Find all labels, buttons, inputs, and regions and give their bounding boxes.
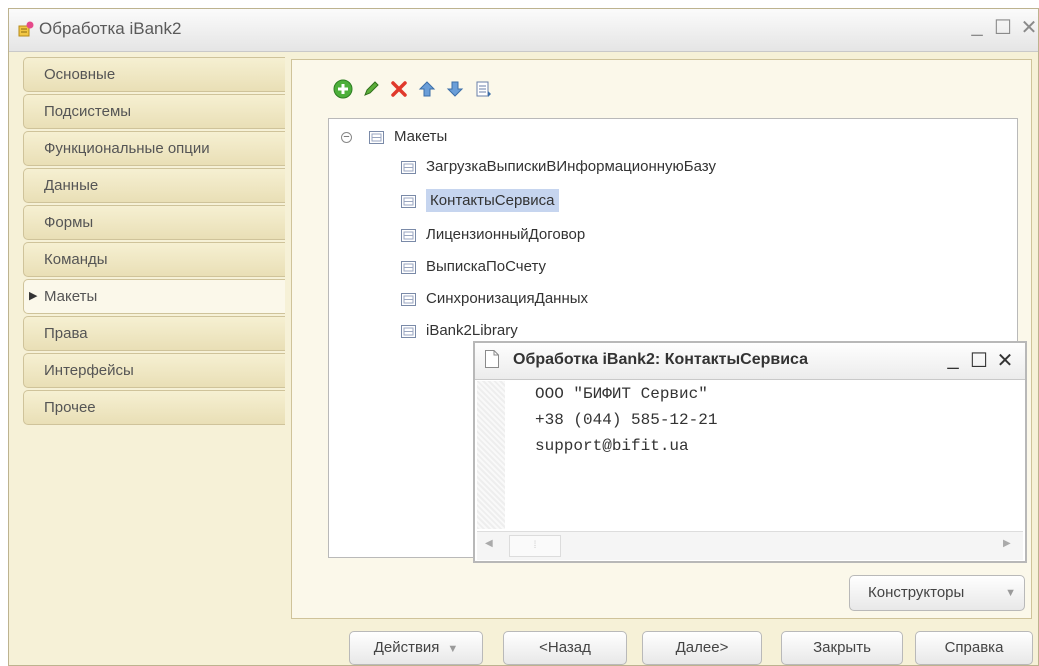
close-label: Закрыть [813,639,871,656]
tree-item-label: iBank2Library [426,322,518,339]
template-icon [401,292,416,306]
tab-label: Формы [44,214,94,231]
editor-maximize-button[interactable]: ☐ [969,348,989,373]
tab-label: Подсистемы [44,103,132,120]
data-processor-icon [18,21,34,37]
main-window: Обработка iBank2 _ ☐ ✕ Основные Подсисте… [8,8,1039,666]
minimize-button[interactable]: _ [967,15,987,38]
tab-data[interactable]: Данные [23,168,285,203]
actions-button[interactable]: Действия ▼ [349,631,483,665]
tree-item-label: СинхронизацияДанных [426,290,589,307]
close-window-button[interactable]: ✕ [1019,15,1038,40]
template-icon [401,260,416,274]
tab-functional-options[interactable]: Функциональные опции [23,131,285,166]
constructors-dropdown[interactable]: Конструкторы ▼ [849,575,1025,611]
tab-label: Прочее [44,399,96,416]
tab-commands[interactable]: Команды [23,242,285,277]
actions-label: Действия [373,639,440,656]
edit-icon[interactable] [360,78,382,100]
editor-gutter [477,381,505,529]
tree-item-label: ЗагрузкаВыпискиВИнформационнуюБазу [426,158,716,175]
tab-forms[interactable]: Формы [23,205,285,240]
tab-label: Основные [44,66,116,83]
tree-item-label: КонтактыСервиса [426,189,559,212]
tab-label: Функциональные опции [44,140,210,157]
editor-minimize-button[interactable]: _ [943,348,963,371]
tab-main[interactable]: Основные [23,57,285,92]
tree-item[interactable]: ЛицензионныйДоговор [401,221,585,249]
tree-root-label: Макеты [394,128,448,145]
tab-interfaces[interactable]: Интерфейсы [23,353,285,388]
tab-templates[interactable]: ▶ Макеты [23,279,285,314]
chevron-down-icon: ▼ [1005,587,1016,599]
back-label: <Назад [539,639,591,656]
title-bar: Обработка iBank2 _ ☐ ✕ [9,9,1038,52]
tree-item[interactable]: ЗагрузкаВыпискиВИнформационнуюБазу [401,153,716,181]
help-button[interactable]: Справка [915,631,1033,665]
editor-title-bar: Обработка iBank2: КонтактыСервиса _ ☐ ✕ [475,343,1025,380]
delete-icon[interactable] [388,78,410,100]
text-line[interactable]: +38 (044) 585-12-21 [535,411,717,429]
tree-item[interactable]: СинхронизацияДанных [401,285,588,313]
template-icon [401,160,416,174]
next-button[interactable]: Далее> [642,631,762,665]
tree-item[interactable]: ВыпискаПоСчету [401,253,546,281]
tree-item-label: ВыпискаПоСчету [426,258,547,275]
tab-subsystems[interactable]: Подсистемы [23,94,285,129]
scroll-thumb[interactable]: ⁞ [509,535,561,557]
document-icon [485,350,499,368]
tree-item-label: ЛицензионныйДоговор [426,226,586,243]
tab-label: Права [44,325,88,342]
tab-other[interactable]: Прочее [23,390,285,425]
template-icon [369,130,384,144]
text-line[interactable]: ООО "БИФИТ Сервис" [535,385,708,403]
tab-rights[interactable]: Права [23,316,285,351]
next-label: Далее> [675,639,729,656]
chevron-down-icon: ▼ [447,643,459,655]
template-icon [401,194,416,208]
move-down-icon[interactable] [444,78,466,100]
editor-close-button[interactable]: ✕ [995,348,1015,373]
sort-icon[interactable] [472,78,494,100]
editor-title: Обработка iBank2: КонтактыСервиса [513,351,809,368]
tab-list: Основные Подсистемы Функциональные опции… [23,57,285,427]
tree-item-selected[interactable]: КонтактыСервиса [401,187,559,215]
help-label: Справка [944,639,1004,656]
back-button[interactable]: <Назад [503,631,627,665]
maximize-button[interactable]: ☐ [993,15,1013,40]
collapse-icon[interactable]: − [341,132,352,143]
tab-label: Команды [44,251,108,268]
add-icon[interactable] [332,78,354,100]
tree-root[interactable]: Макеты [369,123,447,151]
template-icon [401,228,416,242]
tab-label: Макеты [44,288,98,305]
scroll-right-icon[interactable]: ▶ [1003,538,1011,549]
close-button[interactable]: Закрыть [781,631,903,665]
tab-label: Данные [44,177,99,194]
tab-label: Интерфейсы [44,362,134,379]
template-editor-window: Обработка iBank2: КонтактыСервиса _ ☐ ✕ … [473,341,1027,563]
template-icon [401,324,416,338]
active-tab-arrow-icon: ▶ [29,290,38,302]
window-title: Обработка iBank2 [39,19,182,38]
text-line[interactable]: support@bifit.ua [535,437,689,455]
constructors-label: Конструкторы [868,584,965,601]
move-up-icon[interactable] [416,78,438,100]
horizontal-scrollbar[interactable]: ◀ ⁞ ▶ [477,531,1023,560]
scroll-left-icon[interactable]: ◀ [485,538,493,549]
